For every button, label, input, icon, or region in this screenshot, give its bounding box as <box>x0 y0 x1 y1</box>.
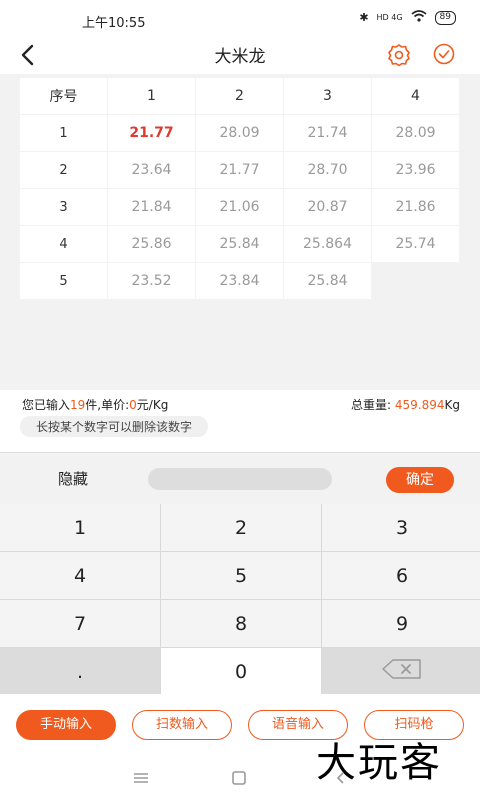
grid-header-col: 4 <box>372 78 459 114</box>
grid-header-col: 2 <box>196 78 283 114</box>
hide-keypad-button[interactable]: 隐藏 <box>58 468 88 489</box>
grid-cell[interactable]: 28.70 <box>284 152 371 188</box>
delete-hint: 长按某个数字可以删除该数字 <box>20 416 209 437</box>
key-8[interactable]: 8 <box>161 600 321 647</box>
grid-cell[interactable]: 25.86 <box>108 226 195 262</box>
grid-row-index: 3 <box>20 189 107 225</box>
grid-cell[interactable]: 21.84 <box>108 189 195 225</box>
total-weight-unit: Kg <box>444 398 461 412</box>
grid-cell[interactable]: 20.87 <box>284 189 371 225</box>
gear-icon[interactable] <box>386 42 412 68</box>
grid-header-col: 1 <box>108 78 195 114</box>
confirm-button[interactable]: 确定 <box>386 467 454 493</box>
grid-cell[interactable]: 25.84 <box>284 263 371 299</box>
menu-icon[interactable] <box>132 770 150 786</box>
keypad-toolbar: 隐藏 确定 <box>0 452 480 504</box>
key-7[interactable]: 7 <box>0 600 160 647</box>
grid-cell[interactable]: 21.74 <box>284 115 371 151</box>
grid-cell[interactable]: 21.77 <box>196 152 283 188</box>
key-2[interactable]: 2 <box>161 504 321 551</box>
key-0[interactable]: 0 <box>161 648 321 695</box>
watermark-logo: 大玩客 <box>316 740 442 786</box>
price-unit: 元/Kg <box>136 398 169 412</box>
check-circle-icon[interactable] <box>432 42 456 66</box>
key-3[interactable]: 3 <box>322 504 480 551</box>
backspace-key[interactable] <box>322 648 480 695</box>
home-icon[interactable] <box>230 770 248 786</box>
grid-cell[interactable]: 23.96 <box>372 152 459 188</box>
key-decimal[interactable]: . <box>0 648 160 695</box>
entry-count: 19 <box>70 398 86 412</box>
numeric-keypad: 1 2 3 4 5 6 7 8 9 . 0 <box>0 504 480 695</box>
bluetooth-icon: ✱ <box>359 11 369 24</box>
grid-row-index: 4 <box>20 226 107 262</box>
grid-row-index: 5 <box>20 263 107 299</box>
total-weight: 总重量: 459.894Kg <box>351 396 460 413</box>
battery-icon: 89 <box>434 10 456 25</box>
weight-grid: 序号 1 2 3 4 1 21.77 28.09 21.74 28.09 2 2… <box>20 78 459 299</box>
title-bar: 大米龙 <box>0 36 480 74</box>
grid-cell[interactable]: 21.06 <box>196 189 283 225</box>
grid-cell-empty <box>372 263 459 299</box>
grid-row-index: 1 <box>20 115 107 151</box>
grid-cell[interactable]: 25.74 <box>372 226 459 262</box>
grid-cell[interactable]: 28.09 <box>196 115 283 151</box>
total-weight-value: 459.894 <box>394 398 445 412</box>
key-6[interactable]: 6 <box>322 552 480 599</box>
number-input-display[interactable] <box>148 468 332 490</box>
status-icons: ✱ HD 4G 89 <box>359 10 456 25</box>
grid-header-col: 3 <box>284 78 371 114</box>
grid-header-index: 序号 <box>20 78 107 114</box>
grid-cell[interactable]: 23.52 <box>108 263 195 299</box>
key-5[interactable]: 5 <box>161 552 321 599</box>
unit-price: 0 <box>129 398 137 412</box>
key-9[interactable]: 9 <box>322 600 480 647</box>
entry-summary: 您已输入19件,单价:0元/Kg <box>22 396 168 413</box>
signal-icon: HD 4G <box>376 13 403 22</box>
entry-prefix: 您已输入 <box>22 398 71 412</box>
grid-cell-selected[interactable]: 21.77 <box>108 115 195 151</box>
summary-panel: 您已输入19件,单价:0元/Kg 总重量: 459.894Kg 长按某个数字可以… <box>0 390 480 452</box>
grid-row-index: 2 <box>20 152 107 188</box>
total-weight-label: 总重量: <box>351 398 395 412</box>
key-4[interactable]: 4 <box>0 552 160 599</box>
status-time: 上午10:55 <box>82 16 146 31</box>
grid-cell[interactable]: 23.84 <box>196 263 283 299</box>
backspace-icon <box>381 658 423 685</box>
entry-mid: 件,单价: <box>85 398 130 412</box>
grid-cell[interactable]: 23.64 <box>108 152 195 188</box>
grid-cell[interactable]: 25.864 <box>284 226 371 262</box>
grid-cell[interactable]: 21.86 <box>372 189 459 225</box>
grid-cell[interactable]: 25.84 <box>196 226 283 262</box>
key-1[interactable]: 1 <box>0 504 160 551</box>
grid-cell[interactable]: 28.09 <box>372 115 459 151</box>
status-bar: 上午10:55 ✱ HD 4G 89 <box>0 0 480 36</box>
scan-number-button[interactable]: 扫数输入 <box>132 710 232 740</box>
wifi-icon <box>411 10 427 25</box>
manual-input-button[interactable]: 手动输入 <box>16 710 116 740</box>
weight-grid-area: 序号 1 2 3 4 1 21.77 28.09 21.74 28.09 2 2… <box>0 74 480 390</box>
